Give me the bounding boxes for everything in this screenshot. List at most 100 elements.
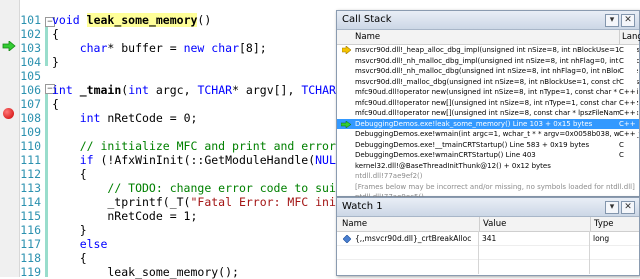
watch-row-empty[interactable]: [337, 246, 639, 260]
frame-name: kernel32.dll!@BaseThreadInitThunk@12() +…: [355, 161, 551, 170]
line-number: 118: [20, 251, 41, 265]
frame-lang: C: [619, 55, 637, 66]
frame-name: msvcr90d.dll!_malloc_dbg(unsigned int nS…: [355, 77, 639, 86]
frame-lang: C: [619, 150, 637, 161]
frame-lang: C++: [619, 108, 637, 119]
watch-expression[interactable]: {,,msvcr90d.dll}_crtBreakAlloc: [355, 232, 471, 245]
code-line[interactable]: {: [52, 27, 59, 41]
line-number: 104: [20, 55, 41, 69]
pin-icon[interactable]: ▾: [605, 201, 619, 214]
stack-frame[interactable]: mfc90ud.dll!operator new[](unsigned int …: [337, 108, 639, 119]
frame-name: ntdll.dll!77ae9ef2(): [355, 172, 423, 180]
code-line[interactable]: char* buffer = new char[8];: [52, 41, 267, 55]
stack-frame[interactable]: DebuggingDemos.exe!__tmainCRTStartup() L…: [337, 139, 639, 150]
frame-name: DebuggingDemos.exe!wmain(int argc=1, wch…: [355, 130, 639, 138]
frame-name: mfc90ud.dll!operator new[](unsigned int …: [355, 98, 639, 107]
frame-name: DebuggingDemos.exe!__tmainCRTStartup() L…: [355, 140, 590, 149]
code-line[interactable]: nRetCode = 1;: [52, 209, 197, 223]
frame-lang: C: [619, 66, 637, 77]
frame-lang: C++: [619, 87, 637, 98]
line-number: 117: [20, 237, 41, 251]
green-frame-arrow-icon: [341, 120, 351, 128]
line-number: 103: [20, 41, 41, 55]
call-stack-list[interactable]: msvcr90d.dll!_heap_alloc_dbg_impl(unsign…: [337, 45, 639, 203]
language-column-header[interactable]: Lang: [619, 30, 640, 44]
frame-lang: C++: [619, 118, 637, 129]
stack-frame[interactable]: DebuggingDemos.exe!wmainCRTStartup() Lin…: [337, 150, 639, 161]
stack-frame[interactable]: msvcr90d.dll!_nh_malloc_dbg(unsigned int…: [337, 66, 639, 77]
stack-frame[interactable]: ntdll.dll!77ae9ef2(): [337, 171, 639, 182]
line-number: 102: [20, 27, 41, 41]
stack-frame[interactable]: mfc90ud.dll!operator new[](unsigned int …: [337, 97, 639, 108]
watch-title: Watch 1: [342, 201, 383, 212]
frame-lang: C: [619, 76, 637, 87]
code-line[interactable]: {: [52, 167, 87, 181]
code-line[interactable]: }: [52, 55, 59, 69]
stack-frame[interactable]: msvcr90d.dll!_heap_alloc_dbg_impl(unsign…: [337, 45, 639, 56]
column-divider: [478, 231, 479, 274]
watch-value-header[interactable]: Value: [479, 217, 506, 231]
line-number: 105: [20, 69, 41, 83]
line-number: 107: [20, 97, 41, 111]
watch-name-header[interactable]: Name: [342, 217, 367, 231]
call-stack-titlebar[interactable]: Call Stack ▾ ✕: [337, 11, 639, 30]
watch-window[interactable]: Watch 1 ▾ ✕ Name Value Type {,,msvcr90d.…: [336, 197, 640, 276]
call-stack-window[interactable]: Call Stack ▾ ✕ Name Lang msvcr90d.dll!_h…: [336, 10, 640, 201]
pin-icon[interactable]: ▾: [605, 14, 619, 27]
code-line[interactable]: }: [52, 223, 87, 237]
watch-row[interactable]: {,,msvcr90d.dll}_crtBreakAlloc 341 long: [337, 232, 639, 246]
column-divider: [589, 231, 590, 274]
frame-lang: C++: [619, 97, 637, 108]
code-line[interactable]: void leak_some_memory(): [52, 13, 211, 27]
frame-lang: C++: [619, 129, 637, 140]
frame-name: mfc90ud.dll!operator new[](unsigned int …: [355, 109, 639, 117]
frame-lang: C: [619, 139, 637, 150]
frame-name: DebuggingDemos.exe!wmainCRTStartup() Lin…: [355, 151, 536, 159]
watch-type-header[interactable]: Type: [590, 217, 614, 231]
stack-frame[interactable]: msvcr90d.dll!_malloc_dbg(unsigned int nS…: [337, 76, 639, 87]
line-number: 106: [20, 83, 41, 97]
stack-frame[interactable]: [Frames below may be incorrect and/or mi…: [337, 182, 639, 193]
watch-titlebar[interactable]: Watch 1 ▾ ✕: [337, 198, 639, 217]
frame-lang: C: [619, 45, 637, 56]
code-line[interactable]: else: [52, 237, 108, 251]
line-number: 109: [20, 125, 41, 139]
name-column-header[interactable]: Name: [355, 30, 380, 44]
change-marker: [45, 91, 48, 277]
watch-header: Name Value Type: [337, 217, 639, 232]
code-line[interactable]: {: [52, 251, 87, 265]
code-line[interactable]: int nRetCode = 0;: [52, 111, 198, 125]
line-number: 101: [20, 13, 41, 27]
line-number: 113: [20, 181, 41, 195]
watch-row-empty[interactable]: [337, 260, 639, 273]
frame-name: msvcr90d.dll!_heap_alloc_dbg_impl(unsign…: [355, 46, 639, 54]
line-number: 112: [20, 167, 41, 181]
line-number: 114: [20, 195, 41, 209]
stack-frame[interactable]: msvcr90d.dll!_nh_malloc_dbg_impl(unsigne…: [337, 55, 639, 66]
call-stack-title: Call Stack: [342, 14, 392, 25]
close-icon[interactable]: ✕: [621, 14, 635, 27]
stack-frame[interactable]: DebuggingDemos.exe!wmain(int argc=1, wch…: [337, 129, 639, 140]
current-statement-arrow-icon: [2, 41, 16, 51]
line-number: 108: [20, 111, 41, 125]
frame-name: mfc90ud.dll!operator new(unsigned int nS…: [355, 88, 639, 96]
stack-frame-selected[interactable]: DebuggingDemos.exe!leak_some_memory() Li…: [337, 118, 639, 129]
line-number: 110: [20, 139, 41, 153]
line-number: 116: [20, 223, 41, 237]
watch-variable-icon: [343, 235, 351, 243]
watch-type: long: [593, 234, 610, 243]
current-frame-arrow-icon: [342, 46, 351, 54]
stack-frame[interactable]: mfc90ud.dll!operator new(unsigned int nS…: [337, 87, 639, 98]
watch-value[interactable]: 341: [482, 232, 496, 245]
line-number: 111: [20, 153, 41, 167]
call-stack-header: Name Lang: [337, 30, 640, 45]
frame-name: msvcr90d.dll!_nh_malloc_dbg_impl(unsigne…: [355, 56, 639, 65]
line-number: 115: [20, 209, 41, 223]
frame-name: DebuggingDemos.exe!leak_some_memory() Li…: [355, 119, 593, 128]
code-line[interactable]: {: [52, 97, 59, 111]
stack-frame[interactable]: kernel32.dll!@BaseThreadInitThunk@12() +…: [337, 161, 639, 172]
breakpoint-icon[interactable]: [3, 108, 14, 119]
frame-name: [Frames below may be incorrect and/or mi…: [355, 182, 635, 191]
close-icon[interactable]: ✕: [621, 201, 635, 214]
frame-name: msvcr90d.dll!_nh_malloc_dbg(unsigned int…: [355, 67, 639, 75]
